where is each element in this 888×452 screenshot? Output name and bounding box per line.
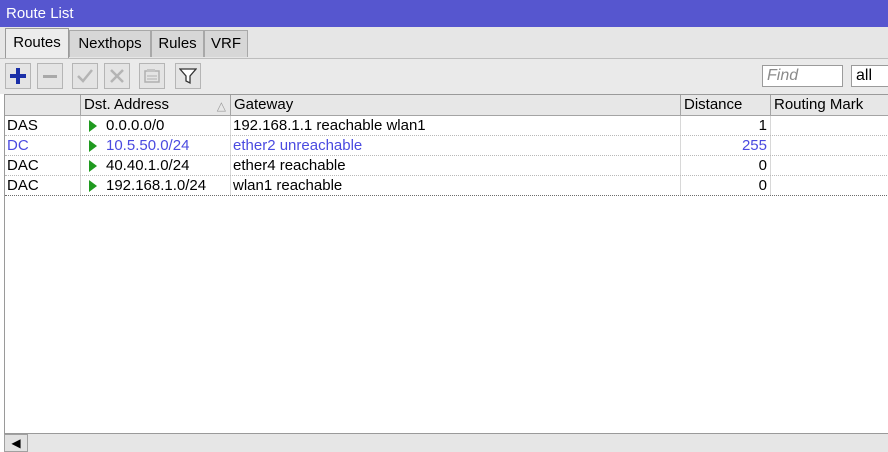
cell-gateway: ether2 unreachable bbox=[231, 136, 681, 155]
cell-dst-address: 10.5.50.0/24 bbox=[81, 136, 231, 155]
toolbar: all bbox=[0, 58, 888, 94]
cell-distance: 0 bbox=[681, 156, 771, 175]
cell-gateway: wlan1 reachable bbox=[231, 176, 681, 195]
table-row[interactable]: DAS 0.0.0.0/0 192.168.1.1 reachable wlan… bbox=[5, 116, 888, 136]
tab-bar: Routes Nexthops Rules VRF bbox=[0, 27, 888, 58]
cell-gateway: 192.168.1.1 reachable wlan1 bbox=[231, 116, 681, 135]
dst-address-text: 192.168.1.0/24 bbox=[106, 177, 207, 194]
cell-dst-address: 192.168.1.0/24 bbox=[81, 176, 231, 195]
column-header-flags[interactable] bbox=[5, 95, 81, 116]
note-icon bbox=[144, 69, 160, 83]
cell-flags: DAS bbox=[5, 116, 81, 135]
plus-icon bbox=[10, 68, 26, 84]
minus-icon bbox=[43, 75, 57, 78]
active-route-icon bbox=[89, 160, 97, 172]
filter-select[interactable]: all bbox=[851, 65, 888, 87]
find-input[interactable] bbox=[762, 65, 843, 87]
cell-flags: DAC bbox=[5, 156, 81, 175]
column-header-distance[interactable]: Distance bbox=[681, 95, 771, 116]
table-row[interactable]: DAC 40.40.1.0/24 ether4 reachable 0 bbox=[5, 156, 888, 176]
check-icon bbox=[77, 69, 93, 83]
cell-routing-mark bbox=[771, 116, 888, 135]
cell-gateway: ether4 reachable bbox=[231, 156, 681, 175]
comment-button[interactable] bbox=[139, 63, 165, 89]
horizontal-scrollbar[interactable]: ◀ bbox=[4, 433, 888, 452]
tab-vrf[interactable]: VRF bbox=[204, 30, 248, 57]
cell-distance: 1 bbox=[681, 116, 771, 135]
cell-routing-mark bbox=[771, 156, 888, 175]
disable-button[interactable] bbox=[104, 63, 130, 89]
active-route-icon bbox=[89, 120, 97, 132]
dst-address-text: 40.40.1.0/24 bbox=[106, 157, 190, 174]
tab-routes[interactable]: Routes bbox=[5, 28, 69, 58]
tab-nexthops[interactable]: Nexthops bbox=[69, 30, 151, 57]
filter-button[interactable] bbox=[175, 63, 201, 89]
remove-button[interactable] bbox=[37, 63, 63, 89]
column-header-gateway[interactable]: Gateway bbox=[231, 95, 681, 116]
route-table: Dst. Address △ Gateway Distance Routing … bbox=[4, 94, 888, 433]
column-header-label: Dst. Address bbox=[84, 96, 170, 113]
table-row[interactable]: DC 10.5.50.0/24 ether2 unreachable 255 bbox=[5, 136, 888, 156]
active-route-icon bbox=[89, 180, 97, 192]
cell-distance: 0 bbox=[681, 176, 771, 195]
cell-flags: DC bbox=[5, 136, 81, 155]
add-button[interactable] bbox=[5, 63, 31, 89]
cell-flags: DAC bbox=[5, 176, 81, 195]
cell-routing-mark bbox=[771, 136, 888, 155]
column-header-routing-mark[interactable]: Routing Mark bbox=[771, 95, 888, 116]
cell-dst-address: 40.40.1.0/24 bbox=[81, 156, 231, 175]
x-icon bbox=[110, 69, 124, 83]
sort-ascending-icon: △ bbox=[216, 99, 226, 113]
filter-icon bbox=[179, 68, 197, 85]
tab-rules[interactable]: Rules bbox=[151, 30, 204, 57]
table-row[interactable]: DAC 192.168.1.0/24 wlan1 reachable 0 bbox=[5, 176, 888, 196]
dst-address-text: 10.5.50.0/24 bbox=[106, 137, 190, 154]
scroll-left-arrow-icon[interactable]: ◀ bbox=[4, 434, 28, 452]
window-title: Route List bbox=[0, 0, 888, 27]
column-header-dst-address[interactable]: Dst. Address △ bbox=[81, 95, 231, 116]
cell-dst-address: 0.0.0.0/0 bbox=[81, 116, 231, 135]
cell-routing-mark bbox=[771, 176, 888, 195]
enable-button[interactable] bbox=[72, 63, 98, 89]
dst-address-text: 0.0.0.0/0 bbox=[106, 117, 165, 134]
active-route-icon bbox=[89, 140, 97, 152]
cell-distance: 255 bbox=[681, 136, 771, 155]
